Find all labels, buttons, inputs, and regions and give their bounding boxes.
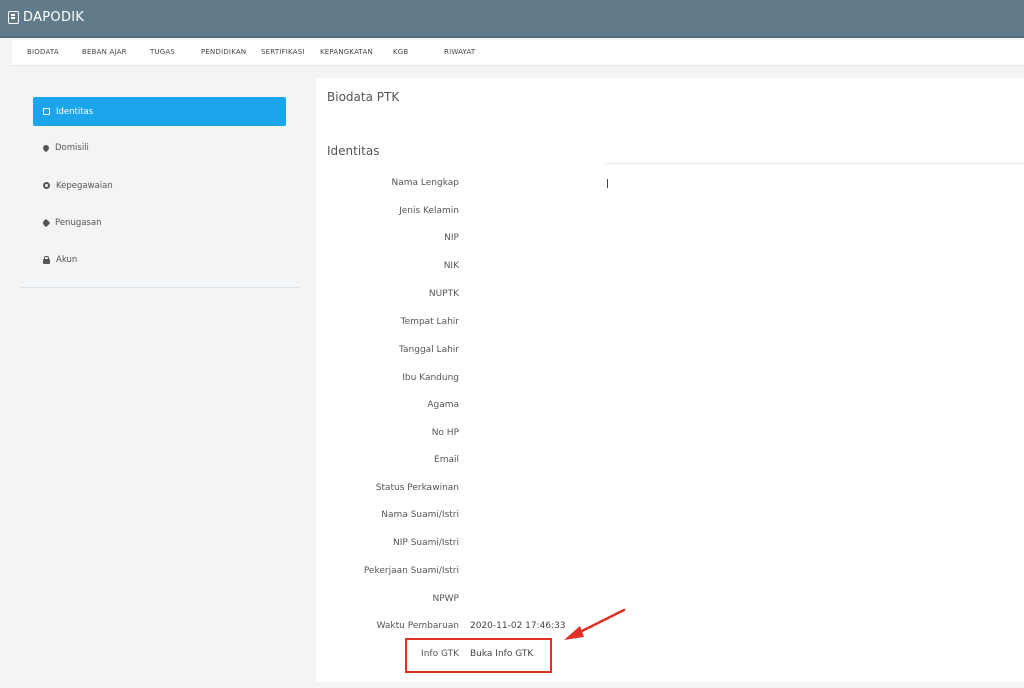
field-label-nik: NIK [443, 261, 459, 271]
logo-icon [8, 11, 19, 24]
tab-tugas[interactable]: TUGAS [150, 48, 175, 56]
field-label-email: Email [434, 455, 459, 465]
sidebar-item-akun[interactable]: Akun [33, 245, 286, 274]
tab-kgb[interactable]: KGB [393, 48, 408, 56]
sidebar-item-domisili[interactable]: Domisili [33, 133, 286, 162]
biodata-panel: Biodata PTK Identitas Nama Lengkap Jenis… [316, 78, 1024, 682]
sidebar-item-label: Identitas [56, 106, 94, 117]
app-brand[interactable]: DAPODIK [8, 10, 84, 25]
id-card-icon [43, 108, 50, 115]
sidebar-item-label: Domisili [55, 142, 89, 153]
sidebar-item-penugasan[interactable]: Penugasan [33, 208, 286, 237]
tab-kepangkatan[interactable]: KEPANGKATAN [320, 48, 373, 56]
field-label-nuptk: NUPTK [428, 289, 459, 299]
page-title: Biodata PTK [327, 90, 400, 104]
tab-biodata[interactable]: BIODATA [27, 48, 59, 56]
field-label-status-perkawinan: Status Perkawinan [375, 483, 459, 493]
sidebar-item-label: Akun [56, 254, 78, 265]
top-header: DAPODIK [0, 0, 1024, 38]
sidebar-item-identitas[interactable]: Identitas [33, 97, 286, 126]
section-divider [606, 163, 1024, 164]
field-label-waktu-pembaruan: Waktu Pembaruan [376, 621, 459, 631]
field-label-jenis-kelamin: Jenis Kelamin [399, 206, 459, 216]
annotation-arrow-icon [564, 608, 626, 640]
field-label-tanggal-lahir: Tanggal Lahir [399, 345, 459, 355]
field-label-nip-suami-istri: NIP Suami/Istri [393, 538, 459, 548]
field-label-pekerjaan-suami-istri: Pekerjaan Suami/Istri [363, 566, 459, 576]
tab-sertifikasi[interactable]: SERTIFIKASI [261, 48, 305, 56]
lock-icon [43, 255, 50, 264]
sidebar-nav: Identitas Domisili Kepegawaian Penugasan… [20, 88, 300, 288]
field-label-nama-lengkap: Nama Lengkap [391, 178, 459, 188]
tag-icon [41, 218, 51, 227]
tab-pendidikan[interactable]: PENDIDIKAN [201, 48, 246, 56]
tab-riwayat[interactable]: RIWAYAT [444, 48, 475, 56]
tab-beban-ajar[interactable]: BEBAN AJAR [82, 48, 127, 56]
gear-icon [43, 182, 50, 189]
app-title: DAPODIK [23, 10, 85, 25]
field-label-nip: NIP [444, 233, 459, 243]
field-label-nama-suami-istri: Nama Suami/Istri [381, 510, 459, 520]
field-label-tempat-lahir: Tempat Lahir [400, 317, 459, 327]
text-cursor [607, 179, 608, 188]
sidebar-item-kepegawaian[interactable]: Kepegawaian [33, 171, 286, 200]
section-title: Identitas [327, 144, 380, 158]
sidebar-item-label: Penugasan [55, 217, 102, 228]
annotation-highlight-box [405, 638, 552, 673]
tab-menu: BIODATA BEBAN AJAR TUGAS PENDIDIKAN SERT… [12, 40, 1024, 66]
sidebar-item-label: Kepegawaian [56, 180, 113, 191]
field-label-npwp: NPWP [432, 594, 460, 604]
field-label-no-hp: No HP [431, 428, 459, 438]
field-label-agama: Agama [427, 400, 459, 410]
field-label-ibu-kandung: Ibu Kandung [402, 373, 459, 383]
field-value-waktu-pembaruan: 2020-11-02 17:46:33 [470, 621, 566, 631]
map-pin-icon [41, 143, 51, 152]
